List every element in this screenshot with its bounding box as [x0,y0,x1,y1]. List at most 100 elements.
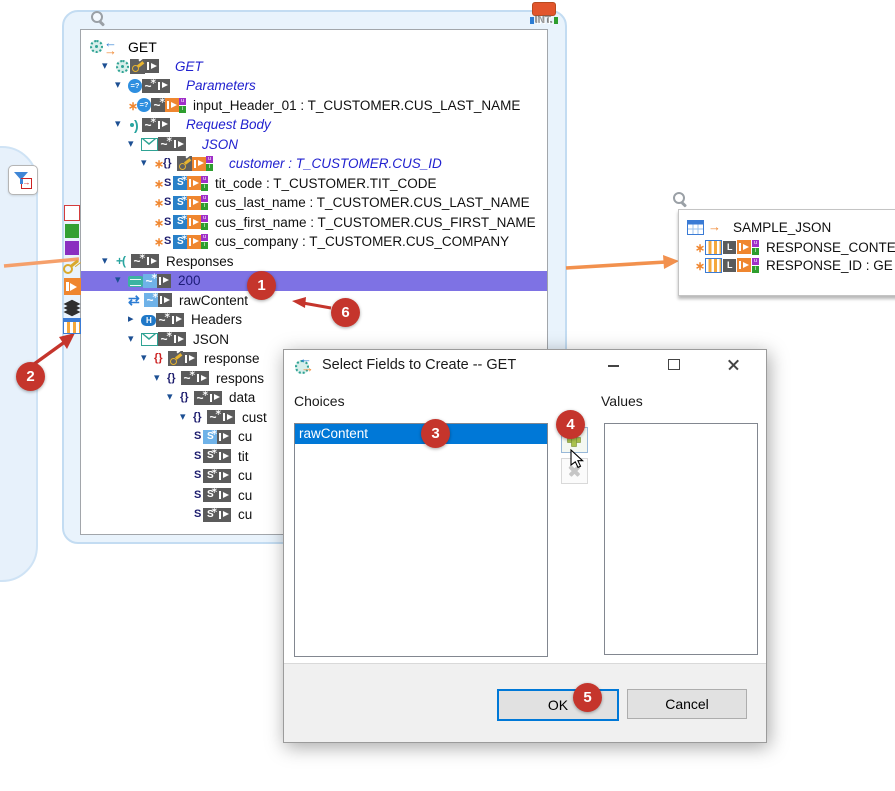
expo-icon [165,98,179,112]
attribute-i-icon[interactable] [65,224,79,238]
brn-icon [163,156,177,171]
tildel-icon [143,274,157,288]
eq-icon [137,98,151,112]
tree-node-label: GET [128,39,157,55]
dialog-gear-swap-icon: ←→ [295,357,314,374]
required-asterisk-icon [154,195,163,210]
key-icon [130,59,145,74]
tilde-icon [194,391,208,405]
tree-row[interactable]: tit_code : T_CUSTOMER.TIT_CODE [81,174,547,194]
tree-node-label: GET [175,59,203,74]
long-type-icon [723,241,736,254]
tree-node-label: cus_first_name : T_CUSTOMER.CUS_FIRST_NA… [215,215,536,230]
cancel-button[interactable]: Cancel [627,689,747,719]
table-row[interactable]: RESPONSE_CONTE [679,238,895,256]
sl-icon [163,195,173,210]
tree-row[interactable]: cus_company : T_CUSTOMER.CUS_COMPANY [81,232,547,252]
magnifier-icon[interactable] [90,10,105,25]
expand-toggle-icon[interactable] [154,369,167,388]
step-badge-6: 6 [331,298,360,327]
type-badges-icon [752,258,759,273]
tree-row[interactable]: Headers [81,310,547,330]
brr-icon [154,351,168,366]
step-badge-3: 3 [421,419,450,448]
tilde-icon [151,98,165,112]
sample-json-header-row[interactable]: SAMPLE_JSON [679,216,895,238]
tree-node-label: cust [242,410,267,425]
tree-row[interactable]: Parameters [81,76,547,96]
tilde-icon [158,137,172,151]
close-button[interactable] [726,357,742,373]
dialog-titlebar[interactable]: ←→ Select Fields to Create -- GET [284,350,766,380]
int-node-icon[interactable]: INT. [524,2,564,26]
values-listbox[interactable] [604,423,758,655]
tree-row[interactable]: GET [81,37,547,57]
tree-row[interactable]: JSON [81,135,547,155]
expand-toggle-icon[interactable] [128,135,141,154]
bdg-icon [201,195,208,210]
magnifier-icon[interactable] [672,191,687,206]
table-icon[interactable] [63,318,81,334]
eq-icon [128,79,142,93]
sb-icon [173,196,187,210]
expand-toggle-icon[interactable] [167,388,180,407]
expand-toggle-icon[interactable] [128,310,141,329]
tree-node-label: respons [216,371,264,386]
tree-row[interactable]: GET [81,57,547,77]
tree-row[interactable]: input_Header_01 : T_CUSTOMER.CUS_LAST_NA… [81,96,547,116]
expo-icon [187,196,201,210]
maximize-button[interactable] [666,357,682,373]
tree-row[interactable]: customer : T_CUSTOMER.CUS_ID [81,154,547,174]
expo-icon [187,176,201,190]
rb-icon [128,117,142,132]
env-icon [141,138,158,151]
expand-toggle-icon[interactable] [180,408,193,427]
tree-row[interactable]: 200 [81,271,547,291]
table-column-icon [705,258,722,273]
attribute-a-icon[interactable] [64,205,80,221]
tree-row[interactable]: cus_first_name : T_CUSTOMER.CUS_FIRST_NA… [81,213,547,233]
step-badge-5: 5 [573,683,602,712]
brn-icon [193,410,207,425]
attribute-u-icon[interactable] [65,241,79,255]
values-label: Values [601,393,643,409]
expand-toggle-icon[interactable] [141,349,154,368]
expand-toggle-icon[interactable] [141,154,154,173]
tree-row[interactable]: JSON [81,330,547,350]
expand-toggle-icon[interactable] [115,115,128,134]
tree-node-label: cus_last_name : T_CUSTOMER.CUS_LAST_NAME [215,195,530,210]
tree-node-label: customer : T_CUSTOMER.CUS_ID [229,156,442,171]
sl-icon [193,449,203,464]
export-icon[interactable] [64,278,81,295]
expand-toggle-icon[interactable] [115,271,128,290]
tree-row[interactable]: Request Body [81,115,547,135]
expd-icon [156,118,170,132]
table-icon [687,220,704,235]
expd-icon [217,488,231,502]
required-asterisk-icon [695,258,704,273]
key-icon[interactable] [63,258,81,275]
tree-row[interactable]: Responses [81,252,547,272]
choices-listbox[interactable]: rawContent [294,423,548,657]
tree-node-label: rawContent [179,293,248,308]
filter-floating-button[interactable] [8,165,38,195]
expand-toggle-icon[interactable] [115,76,128,95]
tree-node-label: tit_code : T_CUSTOMER.TIT_CODE [215,176,437,191]
export-icon [737,258,751,272]
tree-row[interactable]: cus_last_name : T_CUSTOMER.CUS_LAST_NAME [81,193,547,213]
tilde-icon [131,254,145,268]
layers-icon[interactable] [63,298,81,315]
bdg-icon [201,176,208,191]
expand-toggle-icon[interactable] [102,252,115,271]
bdg-icon [179,98,186,113]
brn-icon [167,371,181,386]
int-label: INT. [535,15,553,26]
gear-icon [89,39,104,54]
minimize-button[interactable] [606,357,622,373]
tree-node-label: cu [238,429,252,444]
expand-toggle-icon[interactable] [128,330,141,349]
expand-toggle-icon[interactable] [102,57,115,76]
table-row[interactable]: RESPONSE_ID : GE [679,256,895,274]
tree-row[interactable]: rawContent [81,291,547,311]
remove-button[interactable] [561,458,588,484]
